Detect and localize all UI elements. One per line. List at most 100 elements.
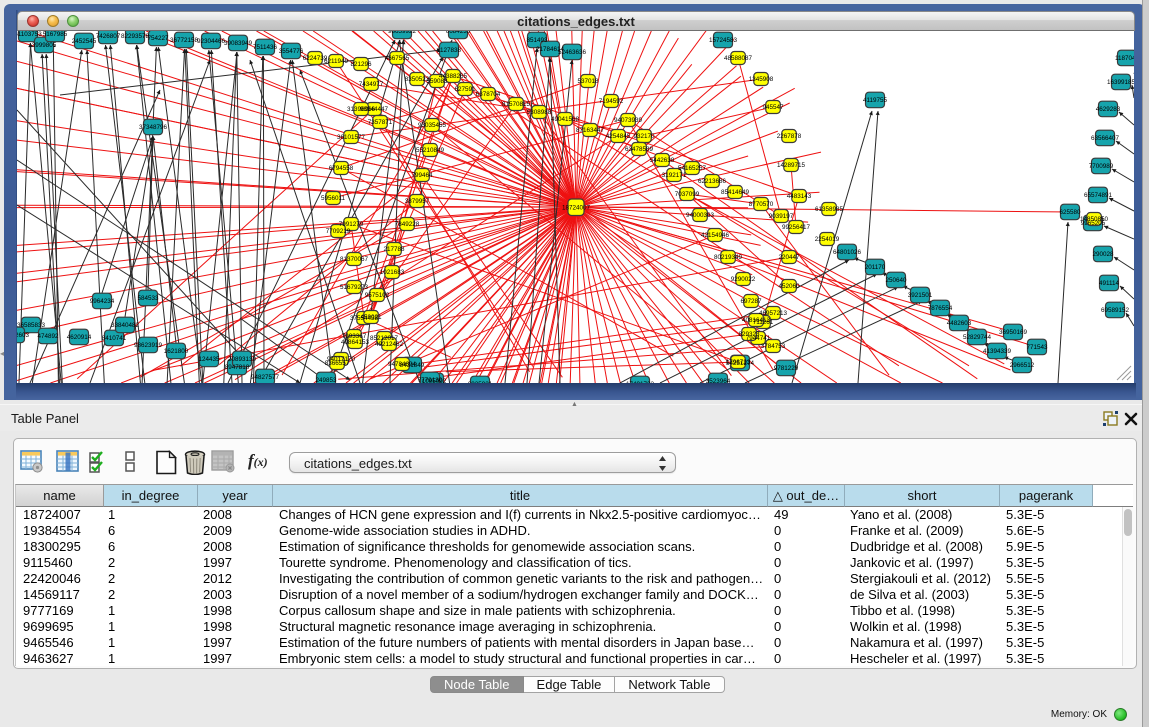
svg-text:9964234: 9964234 bbox=[90, 298, 115, 305]
svg-text:4254845: 4254845 bbox=[606, 133, 631, 140]
svg-text:1021683: 1021683 bbox=[380, 269, 405, 276]
svg-text:249853: 249853 bbox=[315, 377, 337, 383]
svg-text:201170: 201170 bbox=[865, 264, 886, 271]
svg-text:821296: 821296 bbox=[350, 61, 372, 68]
svg-text:63566407: 63566407 bbox=[1091, 135, 1120, 142]
svg-text:72102603: 72102603 bbox=[17, 332, 29, 339]
svg-text:7991279: 7991279 bbox=[339, 221, 364, 228]
svg-text:87163447: 87163447 bbox=[576, 127, 605, 134]
svg-text:6211949: 6211949 bbox=[324, 58, 349, 65]
svg-text:2267878: 2267878 bbox=[777, 133, 802, 140]
svg-text:48588087: 48588087 bbox=[724, 55, 753, 62]
svg-text:93035455: 93035455 bbox=[418, 122, 447, 129]
svg-text:54165257: 54165257 bbox=[678, 165, 707, 172]
svg-text:85414649: 85414649 bbox=[721, 189, 750, 196]
svg-text:1621800: 1621800 bbox=[164, 348, 189, 355]
svg-text:64801026: 64801026 bbox=[833, 249, 862, 256]
svg-text:4629283: 4629283 bbox=[1096, 106, 1121, 113]
svg-text:40816413: 40816413 bbox=[742, 317, 771, 324]
svg-text:799464: 799464 bbox=[411, 172, 433, 179]
svg-text:537018: 537018 bbox=[577, 78, 599, 85]
svg-text:7511436: 7511436 bbox=[253, 44, 278, 51]
svg-text:18724007: 18724007 bbox=[562, 205, 591, 212]
svg-text:7037099: 7037099 bbox=[675, 191, 700, 198]
svg-text:17491723: 17491723 bbox=[626, 381, 655, 383]
svg-text:9575102: 9575102 bbox=[365, 292, 390, 299]
svg-text:124435: 124435 bbox=[198, 356, 220, 363]
svg-text:3999805: 3999805 bbox=[32, 42, 57, 49]
svg-text:14289715: 14289715 bbox=[777, 162, 806, 169]
svg-text:80219349: 80219349 bbox=[714, 254, 743, 261]
svg-text:36772158: 36772158 bbox=[170, 37, 199, 44]
svg-text:42154946: 42154946 bbox=[701, 232, 730, 239]
svg-text:5167985: 5167985 bbox=[43, 31, 68, 38]
svg-text:771543: 771543 bbox=[1026, 344, 1048, 351]
svg-text:7779130: 7779130 bbox=[418, 377, 443, 383]
svg-text:3784753: 3784753 bbox=[761, 343, 786, 350]
svg-text:5308988: 5308988 bbox=[527, 109, 552, 116]
svg-text:220447: 220447 bbox=[778, 254, 800, 261]
svg-text:3523964: 3523964 bbox=[706, 378, 731, 383]
svg-text:945547: 945547 bbox=[762, 104, 784, 111]
svg-text:584533: 584533 bbox=[137, 295, 159, 302]
svg-text:1796723: 1796723 bbox=[726, 359, 751, 366]
svg-text:44388265: 44388265 bbox=[439, 73, 468, 80]
svg-text:5956011: 5956011 bbox=[321, 195, 346, 202]
svg-text:46957213: 46957213 bbox=[759, 310, 788, 317]
svg-text:4667565: 4667565 bbox=[385, 55, 410, 62]
svg-text:7876554: 7876554 bbox=[928, 305, 953, 312]
svg-text:52829744: 52829744 bbox=[963, 334, 992, 341]
svg-text:829323: 829323 bbox=[738, 331, 760, 338]
svg-text:65574891: 65574891 bbox=[1084, 192, 1113, 199]
svg-text:14850850: 14850850 bbox=[1080, 216, 1109, 223]
svg-text:7849228: 7849228 bbox=[395, 221, 420, 228]
svg-text:9039197: 9039197 bbox=[769, 213, 794, 220]
svg-text:62213686: 62213686 bbox=[698, 178, 727, 185]
svg-text:3554776: 3554776 bbox=[279, 48, 304, 55]
svg-text:16399185: 16399185 bbox=[1107, 79, 1134, 86]
svg-text:474892: 474892 bbox=[37, 333, 59, 340]
svg-text:7700989: 7700989 bbox=[1089, 163, 1114, 170]
svg-text:94073939: 94073939 bbox=[614, 117, 643, 124]
svg-text:250640: 250640 bbox=[885, 277, 907, 284]
svg-text:2452545: 2452545 bbox=[72, 38, 97, 45]
svg-text:459021: 459021 bbox=[360, 314, 382, 321]
svg-text:20893130: 20893130 bbox=[228, 356, 257, 363]
svg-text:3192171: 3192171 bbox=[662, 172, 687, 179]
svg-text:2966512: 2966512 bbox=[1010, 362, 1035, 369]
svg-text:7194592: 7194592 bbox=[599, 98, 624, 105]
svg-text:9290022: 9290022 bbox=[731, 276, 756, 283]
svg-text:81570815: 81570815 bbox=[502, 101, 531, 108]
svg-text:31396966: 31396966 bbox=[347, 106, 376, 113]
svg-text:8410741: 8410741 bbox=[102, 335, 127, 342]
svg-text:7357871: 7357871 bbox=[368, 119, 393, 126]
svg-text:49212462: 49212462 bbox=[375, 341, 404, 348]
svg-text:6935921: 6935921 bbox=[468, 381, 493, 383]
svg-text:3921501: 3921501 bbox=[908, 292, 933, 299]
svg-text:49041568: 49041568 bbox=[551, 116, 580, 123]
svg-text:63478589: 63478589 bbox=[625, 146, 654, 153]
svg-text:51679273: 51679273 bbox=[340, 284, 369, 291]
svg-text:52463636: 52463636 bbox=[558, 49, 587, 56]
svg-text:8366557: 8366557 bbox=[325, 360, 350, 367]
svg-text:3879957: 3879957 bbox=[405, 198, 430, 205]
svg-text:4483143: 4483143 bbox=[787, 193, 812, 200]
svg-text:41394339: 41394339 bbox=[983, 348, 1012, 355]
svg-text:15724583: 15724583 bbox=[709, 37, 738, 44]
svg-text:1187040: 1187040 bbox=[1115, 55, 1134, 62]
svg-text:36950169: 36950169 bbox=[999, 329, 1028, 336]
svg-text:491114: 491114 bbox=[1099, 280, 1120, 287]
svg-text:6794558: 6794558 bbox=[329, 165, 354, 172]
svg-text:94000363: 94000363 bbox=[686, 212, 715, 219]
svg-text:81370067: 81370067 bbox=[340, 256, 369, 263]
svg-text:99256417: 99256417 bbox=[782, 224, 811, 231]
svg-text:7709219: 7709219 bbox=[326, 228, 351, 235]
svg-text:932170: 932170 bbox=[633, 133, 655, 140]
svg-text:69589152: 69589152 bbox=[1101, 307, 1130, 314]
svg-text:82293578: 82293578 bbox=[121, 33, 150, 40]
svg-text:697287: 697287 bbox=[740, 298, 762, 305]
svg-text:92304466: 92304466 bbox=[197, 38, 226, 45]
svg-text:55210849: 55210849 bbox=[416, 147, 445, 154]
svg-text:7426807: 7426807 bbox=[96, 33, 121, 40]
svg-text:39083949: 39083949 bbox=[224, 40, 253, 47]
